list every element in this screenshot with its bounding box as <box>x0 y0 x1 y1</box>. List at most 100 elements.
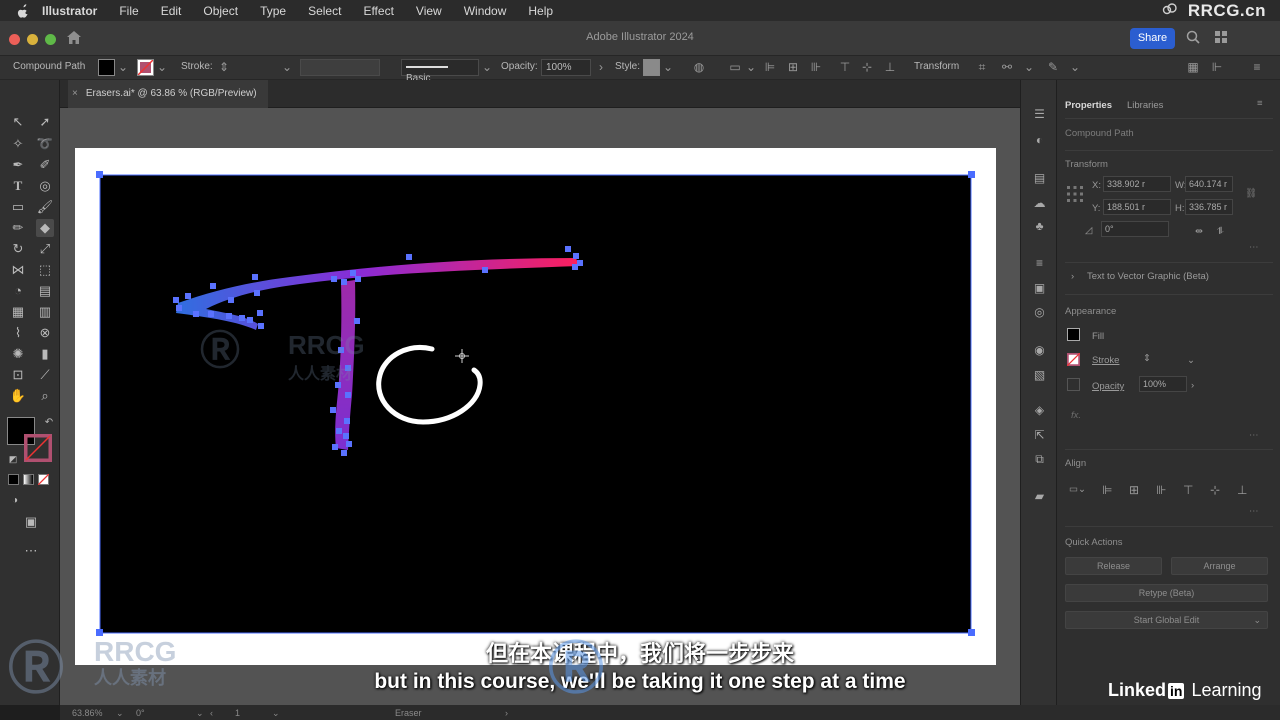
selection-tool-icon[interactable]: ↖ <box>9 113 27 131</box>
style-dropdown-icon[interactable]: ⌄ <box>661 60 675 74</box>
graphic-styles-panel-icon[interactable]: ▧ <box>1031 367 1048 384</box>
properties-panel-icon[interactable]: ☰ <box>1031 106 1048 123</box>
stroke-weight-stepper[interactable]: ⇕ <box>1143 353 1151 364</box>
menu-view[interactable]: View <box>416 4 442 18</box>
panel-menu-icon[interactable]: ≡ <box>1250 60 1264 74</box>
retype-button[interactable]: Retype (Beta) <box>1065 584 1268 602</box>
slice-tool-icon[interactable]: ⟋ <box>36 366 54 384</box>
stroke-label-panel[interactable]: Stroke <box>1092 355 1119 366</box>
artboard-tool-icon[interactable]: ⊡ <box>9 366 27 384</box>
menu-app-name[interactable]: Illustrator <box>42 4 97 18</box>
rotate-tool-icon[interactable]: ↻ <box>9 240 27 258</box>
menu-object[interactable]: Object <box>203 4 238 18</box>
panel-align-middle-icon[interactable]: ⊹ <box>1210 483 1220 497</box>
panel-toggle-icon[interactable]: ⊩ <box>1210 60 1224 74</box>
brush-definition-field[interactable]: Basic <box>401 59 479 84</box>
appearance-panel-icon[interactable]: ◉ <box>1031 342 1048 359</box>
libraries-panel-icon[interactable]: ▤ <box>1031 170 1048 187</box>
variable-width-profile[interactable] <box>300 59 380 76</box>
tab-libraries[interactable]: Libraries <box>1127 100 1163 111</box>
y-input[interactable]: 188.501 r <box>1103 199 1171 215</box>
tab-properties[interactable]: Properties <box>1065 100 1112 111</box>
pen-tool-icon[interactable]: ✒ <box>9 156 27 174</box>
stroke-dropdown-icon[interactable]: ⌄ <box>155 60 169 74</box>
cc-libraries-icon[interactable]: ☁ <box>1031 195 1048 212</box>
screen-mode-icon[interactable]: ▣ <box>22 513 40 531</box>
symbols-panel-icon[interactable]: ♣ <box>1031 218 1048 235</box>
lasso-tool-icon[interactable]: ➰ <box>36 135 54 153</box>
pencil-tool-icon[interactable]: ✏ <box>9 219 27 237</box>
isolate-group-icon[interactable]: ⌗ <box>975 60 989 74</box>
recolor-artwork-icon[interactable]: ◍ <box>692 60 706 74</box>
opacity-label-panel[interactable]: Opacity <box>1092 381 1124 392</box>
opacity-arrow-icon[interactable]: › <box>594 60 608 74</box>
stroke-swatch[interactable] <box>137 59 154 76</box>
gradient-tool-icon[interactable]: ▥ <box>36 303 54 321</box>
align-right-icon[interactable]: ⊪ <box>809 60 823 74</box>
magic-wand-tool-icon[interactable]: ✧ <box>9 135 27 153</box>
transparency-panel-icon[interactable]: ◎ <box>1031 304 1048 321</box>
rotation-dropdown-icon[interactable]: ⌄ <box>196 708 204 719</box>
apple-icon[interactable] <box>16 3 30 18</box>
edit-toolbar-icon[interactable]: ⋯ <box>22 542 40 560</box>
symbol-sprayer-tool-icon[interactable]: ✺ <box>9 345 27 363</box>
drawing-modes-icon[interactable]: ◑ <box>6 492 24 510</box>
align-to-selection-icon[interactable]: ▭⌄ <box>1069 484 1086 495</box>
panel-align-center-icon[interactable]: ⊞ <box>1129 483 1139 497</box>
zoom-tool-icon[interactable]: ⌕ <box>36 387 54 405</box>
graphic-style-swatch[interactable] <box>643 59 660 76</box>
eyedropper-tool-icon[interactable]: ⌇ <box>9 324 27 342</box>
stroke-weight-stepper-icon[interactable]: ⇕ <box>217 60 231 74</box>
scale-tool-icon[interactable]: ⤢ <box>36 240 54 258</box>
constrain-proportions-icon[interactable]: ⛓ <box>1245 188 1257 199</box>
free-transform-tool-icon[interactable]: ⬚ <box>36 261 54 279</box>
column-graph-tool-icon[interactable]: ▮ <box>36 345 54 363</box>
properties-panel-menu-icon[interactable]: ≡ <box>1257 98 1263 109</box>
text-to-vector-section[interactable]: Text to Vector Graphic (Beta) <box>1087 271 1209 282</box>
menu-help[interactable]: Help <box>528 4 553 18</box>
align-top-icon[interactable]: ⊤ <box>838 60 852 74</box>
black-background-rectangle[interactable] <box>100 175 971 633</box>
opacity-input-panel[interactable]: 100% <box>1139 376 1187 392</box>
align-middle-icon[interactable]: ⊹ <box>860 60 874 74</box>
align-more-options-icon[interactable]: ⋯ <box>1249 506 1259 517</box>
puppet-warp-icon[interactable]: ✎ <box>1046 60 1060 74</box>
document-tab[interactable]: × Erasers.ai* @ 63.86 % (RGB/Preview) <box>68 80 268 108</box>
color-mode-icon[interactable] <box>8 474 19 485</box>
panel-align-bottom-icon[interactable]: ⊥ <box>1237 483 1247 497</box>
align-bottom-icon[interactable]: ⊥ <box>883 60 897 74</box>
comments-panel-icon[interactable]: ▰ <box>1031 488 1048 505</box>
blend-tool-icon[interactable]: ⊗ <box>36 324 54 342</box>
rotation-value[interactable]: 0° <box>136 708 145 718</box>
transform-link[interactable]: Transform <box>914 61 959 72</box>
creative-cloud-icon[interactable] <box>1162 3 1178 18</box>
shape-builder-tool-icon[interactable]: ◔ <box>9 282 27 300</box>
rectangle-tool-icon[interactable]: ▭ <box>9 198 27 216</box>
flip-horizontal-icon[interactable]: ⇹ <box>1195 226 1203 237</box>
align-to-dropdown-icon[interactable]: ⌄ <box>744 60 758 74</box>
fill-swatch[interactable] <box>98 59 115 76</box>
menu-file[interactable]: File <box>119 4 138 18</box>
stroke-weight-dropdown[interactable]: ⌄ <box>1187 355 1195 366</box>
layers-panel-icon[interactable]: ◈ <box>1031 402 1048 419</box>
x-input[interactable]: 338.902 r <box>1103 176 1171 192</box>
swap-fill-stroke-icon[interactable]: ↶ <box>40 414 58 432</box>
paintbrush-tool-icon[interactable]: 🖌 <box>36 198 54 216</box>
menu-select[interactable]: Select <box>308 4 341 18</box>
flip-vertical-icon[interactable]: ⥮ <box>1217 226 1224 237</box>
zoom-dropdown-icon[interactable]: ⌄ <box>116 708 124 719</box>
fx-icon[interactable]: fx. <box>1071 410 1081 421</box>
hand-tool-icon[interactable]: ✋ <box>9 387 27 405</box>
stroke-weight-dropdown-icon[interactable]: ⌄ <box>280 60 294 74</box>
curvature-tool-icon[interactable]: ✐ <box>36 156 54 174</box>
arrange-documents-icon[interactable] <box>1214 30 1228 47</box>
release-button[interactable]: Release <box>1065 557 1162 575</box>
align-to-icon[interactable]: ▭ <box>728 60 742 74</box>
warp-icon[interactable]: ⚯ <box>1000 60 1014 74</box>
panel-align-left-icon[interactable]: ⊫ <box>1102 483 1112 497</box>
zoom-level[interactable]: 63.86% <box>72 708 103 718</box>
gradient-mode-icon[interactable] <box>23 474 34 485</box>
none-mode-icon[interactable] <box>37 473 50 486</box>
eraser-tool-icon[interactable]: ◆ <box>36 219 54 237</box>
expand-chevron-icon[interactable]: › <box>1071 271 1074 282</box>
